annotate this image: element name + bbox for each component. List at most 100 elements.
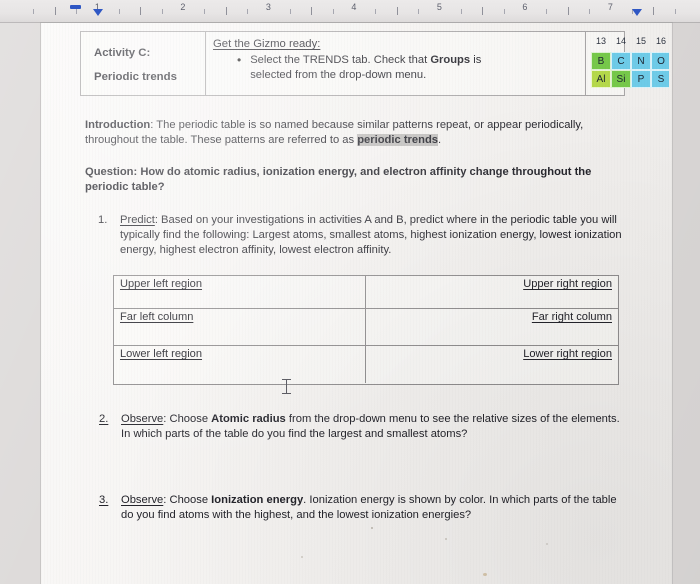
introduction-paragraph: Introduction: The periodic table is so n…: [85, 118, 605, 148]
ptable-element-P: P: [631, 70, 651, 88]
ruler-number-2: 2: [180, 2, 186, 12]
ruler-tick: [247, 9, 249, 14]
gizmo-text-bold: Groups: [430, 54, 471, 66]
ptable-element-O: O: [651, 52, 669, 70]
ptable-group-header-13: 13: [595, 36, 606, 46]
ruler-tick: [161, 9, 163, 14]
document-photo-screen: 1234567 Activity C: Periodic trends Get …: [0, 0, 700, 584]
ruler-tick: [418, 9, 420, 14]
ptable-group-header-14: 14: [615, 36, 626, 46]
introduction-label: Introduction: [85, 119, 151, 131]
table-cell-lower-left-label: Lower left region: [120, 348, 203, 360]
first-line-indent-marker[interactable]: [70, 5, 81, 9]
list-item-2: 2. Observe: Choose Atomic radius from th…: [99, 412, 621, 442]
ruler-tick: [589, 9, 591, 14]
ruler-number-3: 3: [265, 2, 272, 12]
ruler-tick: [482, 7, 484, 15]
ptable-group-header-16: 16: [655, 36, 666, 46]
list-item-1-text: : Based on your investigations in activi…: [120, 214, 622, 257]
gizmo-bullet-text: Select the TRENDS tab. Check that Groups…: [250, 53, 520, 83]
table-cell-upper-left-label: Upper left region: [120, 278, 203, 290]
list-item-2-label: Observe: [121, 413, 164, 425]
paper-speck: [445, 538, 447, 540]
list-item-1-number: 1.: [98, 214, 108, 226]
ruler-tick: [674, 9, 676, 14]
ruler-tick: [140, 7, 142, 15]
ptable-element-B: B: [591, 52, 611, 70]
table-cell-far-left[interactable]: Far left column: [114, 309, 366, 394]
ruler-tick: [76, 9, 78, 14]
list-item-3-body: Observe: Choose Ionization energy. Ioniz…: [121, 493, 621, 523]
left-indent-marker[interactable]: [93, 9, 103, 16]
list-item-2-number: 2.: [99, 413, 109, 425]
bullet-dot-icon: •: [237, 53, 242, 67]
ruler-tick: [567, 7, 569, 15]
list-item-3-label: Observe: [121, 494, 164, 506]
ruler-tick: [118, 9, 120, 14]
paper-speck: [371, 527, 373, 529]
ruler-tick: [546, 9, 548, 14]
activity-title-cell: Activity C: Periodic trends: [81, 32, 206, 95]
ruler-number-6: 6: [522, 2, 528, 12]
ruler-tick: [204, 9, 206, 14]
ruler-tick: [33, 9, 35, 14]
paper-speck: [546, 543, 548, 545]
table-cell-upper-left[interactable]: Upper left region: [114, 276, 366, 309]
table-cell-lower-right[interactable]: Lower right region: [366, 346, 618, 383]
periodic-table-grid: 13 14 15 16 B C N O Al Si P S: [591, 34, 669, 88]
list-item-2-text-1: : Choose: [163, 413, 212, 425]
table-cell-lower-right-label: Lower right region: [523, 348, 612, 360]
gizmo-bullet-row: • Select the TRENDS tab. Check that Grou…: [213, 53, 618, 83]
gizmo-ready-heading: Get the Gizmo ready:: [213, 38, 321, 50]
table-cell-far-left-label: Far left column: [120, 311, 194, 323]
introduction-text-1: : The periodic table is so named because…: [85, 119, 584, 147]
prediction-answer-table[interactable]: Upper left region Upper right region Far…: [113, 275, 619, 394]
table-cell-far-right[interactable]: Far right column: [366, 309, 618, 346]
ptable-element-Al: Al: [591, 70, 611, 88]
introduction-text-2: .: [438, 134, 442, 147]
periodic-table-thumbnail: 13 14 15 16 B C N O Al Si P S: [585, 31, 669, 96]
ruler-tick: [503, 9, 505, 14]
ruler-tick: [332, 9, 334, 14]
ruler-tick: [54, 7, 56, 15]
list-item-2-body: Observe: Choose Atomic radius from the d…: [121, 412, 621, 442]
ruler-number-4: 4: [351, 2, 357, 12]
activity-header-table: Activity C: Periodic trends Get the Gizm…: [80, 31, 669, 96]
gizmo-instructions-cell: Get the Gizmo ready: • Select the TRENDS…: [206, 32, 624, 95]
gizmo-text-1: Select the TRENDS tab. Check that: [250, 54, 431, 66]
ruler-tick: [460, 9, 462, 14]
ptable-element-N: N: [631, 52, 651, 70]
ruler-tick: [375, 9, 377, 14]
ruler-track: 1234567: [0, 0, 700, 22]
list-item-3-text-1: : Choose: [163, 494, 212, 506]
ruler-tick: [289, 9, 291, 14]
right-indent-marker[interactable]: [632, 9, 642, 16]
table-cell-far-right-label: Far right column: [531, 311, 612, 323]
question-paragraph: Question: How do atomic radius, ionizati…: [85, 166, 592, 194]
ruler-number-7: 7: [607, 2, 614, 12]
ruler-tick: [225, 7, 227, 15]
ptable-group-header-15: 15: [635, 36, 646, 46]
activity-title-line2: Periodic trends: [94, 71, 177, 83]
list-item-1: 1. Predict: Based on your investigations…: [98, 213, 625, 259]
activity-title-line1: Activity C:: [94, 47, 151, 59]
list-item-2-bold-term: Atomic radius: [211, 413, 286, 425]
paper-speck: [301, 556, 303, 558]
list-item-3-bold-term: Ionization energy: [211, 494, 304, 506]
table-cell-upper-right[interactable]: Upper right region: [366, 276, 618, 309]
ruler-tick: [311, 7, 313, 15]
list-item-1-label: Predict: [120, 214, 155, 226]
ptable-element-S: S: [651, 70, 669, 88]
table-cell-lower-left[interactable]: Lower left region: [114, 346, 366, 383]
document-page: Activity C: Periodic trends Get the Gizm…: [41, 23, 672, 584]
ruler-tick: [653, 7, 655, 15]
ptable-element-Si: Si: [611, 70, 631, 88]
ruler-number-5: 5: [436, 2, 443, 12]
list-item-3: 3. Observe: Choose Ionization energy. Io…: [99, 493, 621, 523]
list-item-3-number: 3.: [99, 494, 109, 506]
ptable-element-C: C: [611, 52, 631, 70]
paper-speck: [483, 573, 487, 576]
document-ruler[interactable]: 1234567: [0, 0, 700, 22]
periodic-trends-term: periodic trends: [357, 134, 439, 147]
ruler-tick: [396, 7, 398, 15]
